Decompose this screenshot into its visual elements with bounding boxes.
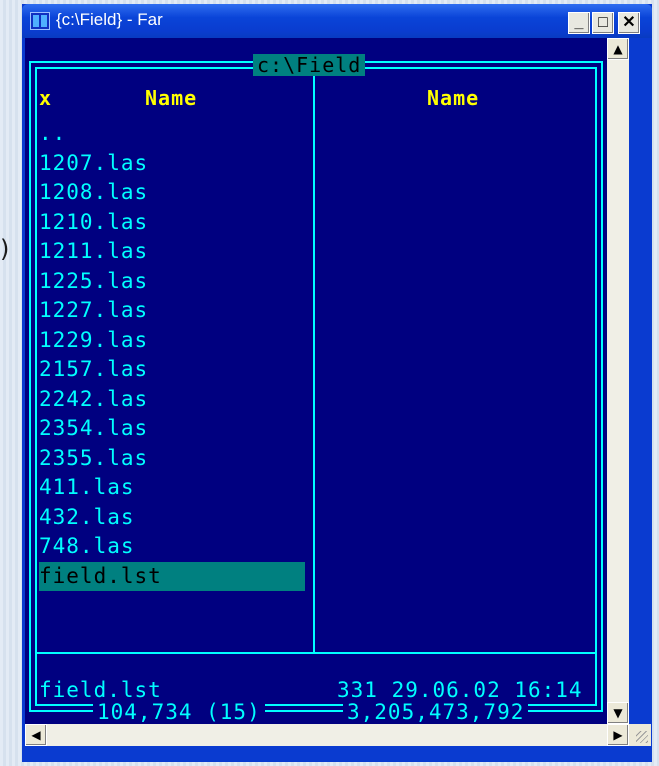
file-item[interactable]: 748.las — [39, 532, 305, 562]
console-area[interactable]: c:\Field x Name Name .. 1207.las 1208.las 1… — [25, 38, 607, 724]
sort-marker[interactable]: x — [39, 86, 52, 110]
status-divider — [37, 652, 595, 654]
close-button[interactable]: ✕ — [618, 12, 640, 34]
file-item[interactable]: 432.las — [39, 503, 305, 533]
window-title: {c:\Field} - Far — [56, 10, 163, 29]
totals-free-space: 3,205,473,792 — [343, 700, 529, 724]
maximize-button[interactable]: □ — [592, 12, 614, 34]
status-filename: field.lst — [39, 678, 162, 702]
file-item[interactable]: 411.las — [39, 473, 305, 503]
file-item[interactable]: 2355.las — [39, 444, 305, 474]
status-file-info: 331 29.06.02 16:14 — [337, 678, 583, 702]
file-list: .. 1207.las 1208.las 1210.las 1211.las 1225.l… — [39, 119, 305, 591]
scroll-right-button[interactable]: ▶ — [607, 724, 629, 746]
file-item[interactable]: 1207.las — [39, 149, 305, 179]
scroll-up-button[interactable]: ▲ — [607, 38, 629, 60]
file-item[interactable]: 1229.las — [39, 326, 305, 356]
file-item[interactable]: field.lst — [39, 561, 305, 591]
horizontal-scrollbar[interactable]: ◀ ▶ — [25, 724, 629, 746]
file-item[interactable]: 2354.las — [39, 414, 305, 444]
file-item[interactable]: 2157.las — [39, 355, 305, 385]
minimize-button[interactable]: _ — [568, 12, 590, 34]
column-header-name-right[interactable]: Name — [427, 86, 479, 110]
far-window: {c:\Field} - Far _ □ ✕ c:\Field x Name N… — [22, 4, 652, 762]
file-item[interactable]: 2242.las — [39, 385, 305, 415]
desktop-edge-glyph: ) — [0, 235, 10, 263]
file-item[interactable]: 1208.las — [39, 178, 305, 208]
scroll-left-button[interactable]: ◀ — [25, 724, 47, 746]
file-item[interactable]: 1211.las — [39, 237, 305, 267]
column-header-name-left[interactable]: Name — [145, 86, 197, 110]
file-item[interactable]: 1225.las — [39, 267, 305, 297]
file-item[interactable]: 1227.las — [39, 296, 305, 326]
titlebar[interactable]: {c:\Field} - Far _ □ ✕ — [22, 4, 652, 38]
vertical-scrollbar[interactable]: ▲ ▼ — [607, 38, 629, 724]
far-app-icon[interactable] — [30, 12, 50, 30]
file-item[interactable]: .. — [39, 119, 305, 149]
scroll-down-button[interactable]: ▼ — [607, 702, 629, 724]
resize-grip-icon[interactable] — [629, 724, 651, 746]
file-item[interactable]: 1210.las — [39, 208, 305, 238]
column-divider — [313, 69, 315, 652]
panel-path-label: c:\Field — [253, 54, 366, 76]
totals-bytes-files: 104,734 (15) — [93, 700, 265, 724]
